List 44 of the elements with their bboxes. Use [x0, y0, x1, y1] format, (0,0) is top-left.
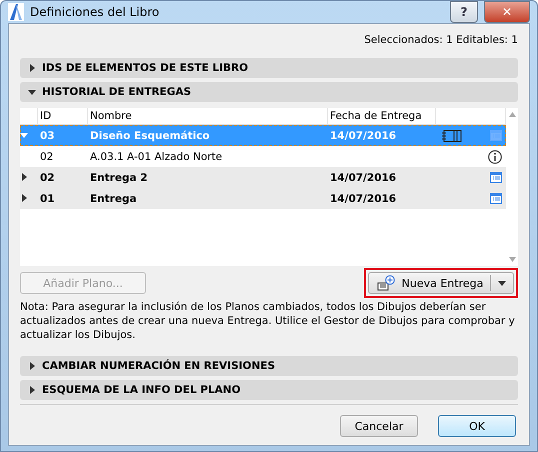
- table-row[interactable]: 01 Entrega 14/07/2016: [20, 188, 506, 209]
- table-row[interactable]: 02 Entrega 2 14/07/2016: [20, 167, 506, 188]
- table-cell: 14/07/2016: [330, 172, 396, 184]
- section-header[interactable]: CAMBIAR NUMERACIÓN EN REVISIONES: [20, 356, 518, 376]
- section-header[interactable]: IDS DE ELEMENTOS DE ESTE LIBRO: [20, 58, 518, 78]
- table-cell-text: 03: [39, 130, 56, 142]
- layout-icon: [442, 130, 462, 142]
- collapsed-triangle-icon[interactable]: [28, 386, 36, 394]
- note-text: Nota: Para asegurar la inclusión de los Planos cambiados, todos los Dibujos deberían ser actualizados antes de crear una nueva Entrega. Utilice el Gestor de Dibujos para comprobar y actualizar los Dibujos.: [20, 300, 516, 342]
- table-cell-text: Entrega: [89, 192, 138, 204]
- table-cell-text: 02: [39, 172, 56, 184]
- section-header[interactable]: HISTORIAL DE ENTREGAS: [20, 82, 518, 102]
- expanded-triangle-icon[interactable]: [28, 88, 36, 96]
- section-title: IDS DE ELEMENTOS DE ESTE LIBRO: [42, 62, 248, 74]
- section-title: ESQUEMA DE LA INFO DEL PLANO: [42, 384, 241, 396]
- table-cell: 14/07/2016: [330, 192, 396, 204]
- section-title: HISTORIAL DE ENTREGAS: [42, 86, 192, 98]
- list-icon[interactable]: [490, 193, 502, 204]
- column-header[interactable]: Fecha de Entrega: [328, 108, 436, 124]
- table-cell-text: Entrega 2: [89, 172, 149, 184]
- collapsed-triangle-icon[interactable]: [20, 194, 28, 202]
- new-issue-button[interactable]: Nueva Entrega: [368, 272, 514, 294]
- section-title: CAMBIAR NUMERACIÓN EN REVISIONES: [42, 360, 276, 372]
- collapsed-triangle-icon[interactable]: [20, 172, 28, 180]
- column-header[interactable]: Nombre: [88, 108, 328, 124]
- collapsed-triangle-icon[interactable]: [28, 64, 36, 72]
- new-issue-icon: [376, 275, 396, 291]
- info-icon[interactable]: [488, 150, 502, 164]
- table-cell-text: 01: [39, 192, 56, 204]
- window-title: Definiciones del Libro: [30, 5, 160, 19]
- list-icon[interactable]: [490, 172, 502, 183]
- selection-count: Seleccionados: 1 Editables: 1: [364, 34, 518, 46]
- table-cell-text: 02: [39, 150, 54, 162]
- collapsed-triangle-icon[interactable]: [28, 362, 36, 370]
- column-header[interactable]: ID: [38, 108, 88, 124]
- table-cell-text: A.03.1 A-01 Alzado Norte: [89, 150, 224, 162]
- table-cell: 14/07/2016: [330, 130, 396, 142]
- section-header[interactable]: ESQUEMA DE LA INFO DEL PLANO: [20, 380, 518, 400]
- table-cell-text: Diseño Esquemático: [89, 130, 211, 142]
- dialog-button[interactable]: OK: [438, 415, 516, 437]
- dialog-button[interactable]: Cancelar: [340, 415, 418, 437]
- dropdown-caret-icon[interactable]: [498, 280, 506, 286]
- help-button[interactable]: ?: [450, 1, 478, 23]
- app-logo-icon: [8, 3, 24, 21]
